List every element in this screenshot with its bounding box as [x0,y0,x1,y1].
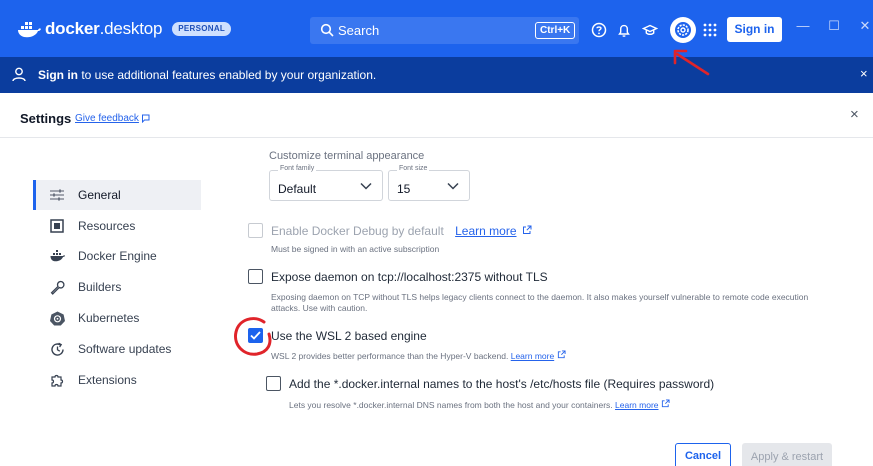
font-size-value: 15 [397,182,411,196]
sidebar-item-label: Extensions [78,373,137,387]
docker-debug-learn-more-link[interactable]: Learn more [455,224,516,238]
search-icon [320,23,334,37]
sidebar-item-software-updates[interactable]: Software updates [33,334,201,364]
update-icon [49,341,65,357]
expose-daemon-help: Exposing daemon on TCP without TLS helps… [271,292,809,313]
terminal-appearance-heading: Customize terminal appearance [269,150,425,162]
wsl2-checkbox[interactable] [248,328,263,343]
grid-icon[interactable] [700,20,720,40]
hosts-file-checkbox[interactable] [266,376,281,391]
font-family-value: Default [278,182,317,196]
hosts-file-help: Lets you resolve *.docker.internal DNS n… [289,399,670,411]
sidebar-item-kubernetes[interactable]: Kubernetes [33,303,201,333]
wsl2-label: Use the WSL 2 based engine [271,329,427,343]
search-shortcut-badge: Ctrl+K [535,22,576,39]
maximize-icon[interactable]: ☐ [826,18,842,34]
help-icon[interactable] [589,20,609,40]
sign-in-button[interactable]: Sign in [727,17,782,42]
user-icon [12,67,26,82]
chevron-down-icon [360,182,372,190]
settings-close-icon[interactable]: × [850,106,859,123]
banner-sign-in-link[interactable]: Sign in [38,68,78,82]
external-link-icon [557,350,566,359]
gear-icon [675,22,691,38]
sidebar-item-label: Resources [78,219,136,233]
docker-logo: docker.desktop PERSONAL [17,17,232,41]
expose-daemon-checkbox[interactable] [248,269,263,284]
sidebar-item-label: Kubernetes [78,311,140,325]
wsl2-help: WSL 2 provides better performance than t… [271,350,566,362]
sidebar-item-extensions[interactable]: Extensions [33,365,201,395]
bell-icon[interactable] [614,20,634,40]
whale-icon [49,248,65,264]
minimize-icon[interactable]: — [795,18,811,33]
sidebar-item-builders[interactable]: Builders [33,272,201,302]
font-family-legend: Font family [278,165,317,172]
search-placeholder: Search [338,23,380,38]
font-size-select[interactable]: Font size 15 [388,165,470,201]
sign-in-banner: Sign in to use additional features enabl… [0,57,873,93]
sidebar-item-general[interactable]: General [33,180,201,210]
settings-button[interactable] [670,17,696,43]
sidebar-item-docker-engine[interactable]: Docker Engine [33,241,201,271]
font-size-legend: Font size [397,165,430,172]
docker-debug-label: Enable Docker Debug by default Learn mor… [271,224,532,238]
banner-message: Sign in to use additional features enabl… [38,68,377,82]
banner-close-icon[interactable]: × [860,66,868,81]
page-title: Settings [20,111,72,126]
hosts-file-label: Add the *.docker.internal names to the h… [289,377,715,391]
sidebar-item-label: Software updates [78,342,172,356]
learning-icon[interactable] [640,20,660,40]
whale-icon [18,22,41,38]
app-title: docker.desktop [45,19,163,38]
feedback-icon [141,114,150,123]
chevron-down-icon [447,182,459,190]
sidebar-item-resources[interactable]: Resources [33,211,201,241]
font-family-select[interactable]: Font family Default [269,165,383,201]
wrench-icon [49,279,65,295]
external-link-icon [522,225,532,234]
checkmark-icon [250,331,261,340]
plan-badge: PERSONAL [172,22,232,36]
puzzle-icon [49,372,65,388]
header-divider [0,137,873,138]
wsl2-learn-more-link[interactable]: Learn more [511,351,554,361]
hosts-file-learn-more-link[interactable]: Learn more [615,400,658,410]
title-bar: docker.desktop PERSONAL Search Ctrl+K Si… [0,0,873,57]
sidebar-item-label: Builders [78,280,122,294]
apply-restart-button[interactable]: Apply & restart [742,443,832,466]
docker-debug-checkbox[interactable] [248,223,263,238]
search-box[interactable]: Search Ctrl+K [310,17,579,44]
resources-icon [49,218,65,234]
expose-daemon-label: Expose daemon on tcp://localhost:2375 wi… [271,270,548,284]
window-close-icon[interactable]: ✕ [857,18,873,34]
docker-debug-help: Must be signed in with an active subscri… [271,244,440,254]
external-link-icon [661,399,670,408]
sidebar-item-label: General [78,188,121,202]
give-feedback-link[interactable]: Give feedback [75,113,150,124]
helm-icon [49,310,65,326]
sidebar-item-label: Docker Engine [78,249,157,263]
sliders-icon [49,187,65,203]
cancel-button[interactable]: Cancel [675,443,731,466]
